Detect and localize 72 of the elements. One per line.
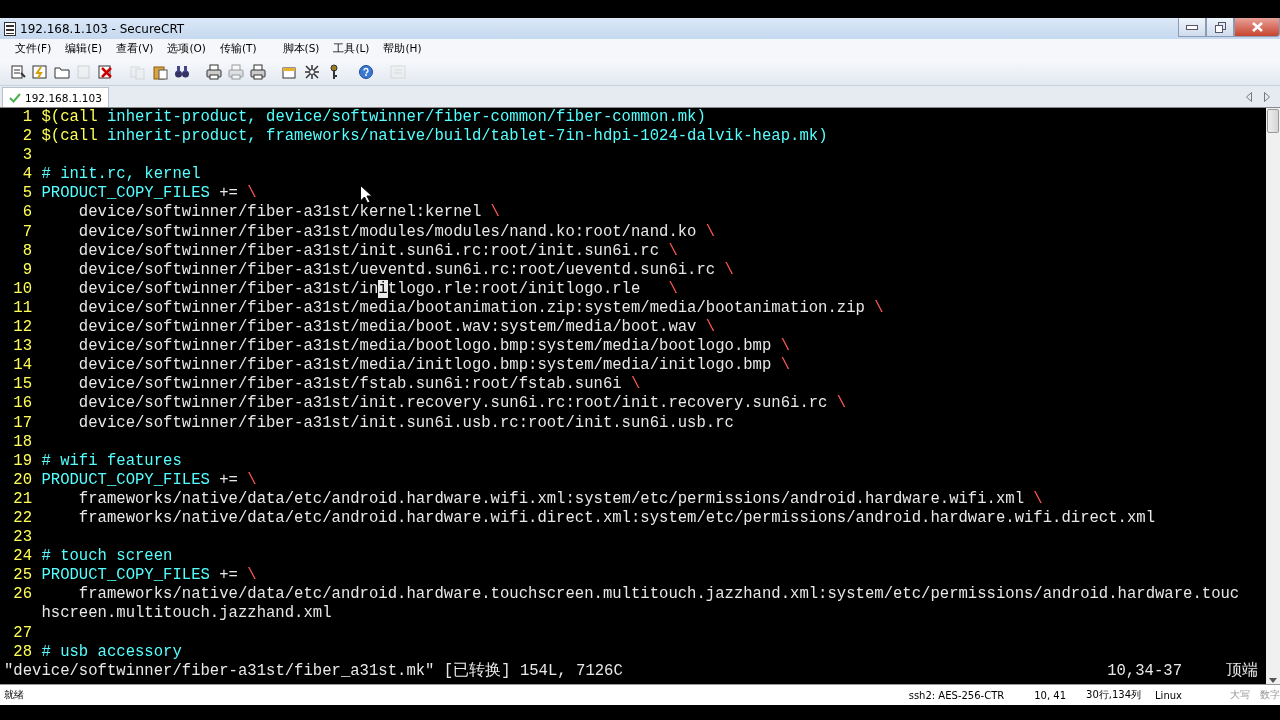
line-number: 16 [12,394,34,414]
code-line: device/softwinner/fiber-a31st/ueventd.sun6i.rc:root/ueventd.sun6i.rc \ [77,260,734,280]
code-line: device/softwinner/fiber-a31st/fstab.sun6i:root/fstab.sun6i \ [77,375,641,395]
line-number: 19 [12,451,34,471]
line-number: 28 [12,642,34,662]
line-number: 22 [12,508,34,529]
line-number: 11 [12,298,34,319]
code-line: device/softwinner/fiber-a31st/kernel:kernel \ [77,203,500,223]
line-number: 2 [21,127,34,147]
menu-item[interactable]: 查看(V) [109,42,161,56]
code-line: device/softwinner/fiber-a31st/init.recovery.sun6i.rc:root/init.recovery.sun6i.rc \ [77,394,847,414]
line-number: 9 [21,260,34,280]
line-number: 25 [12,566,34,586]
code-line: device/softwinner/fiber-a31st/init.sun6i.usb.rc:root/init.sun6i.usb.rc [77,413,734,433]
line-number: 21 [12,489,34,509]
line-number: 18 [12,432,34,452]
menu-item[interactable]: 工具(L) [326,42,377,56]
line-number: 7 [21,222,34,242]
line-number: 12 [12,318,34,338]
status-message: "device/softwinner/fiber-a31st/fiber_a31st.mk" [已转换] 154L, 7126C [4,661,623,680]
status-field: 就绪 [4,688,909,702]
status-field: 10, 41 [1034,689,1067,701]
line-number: 14 [12,356,34,376]
code-line: # init.rc, kernel [41,165,201,185]
line-number: 24 [12,547,34,567]
cursor-position: 10,34-37 [1107,661,1182,681]
line-number: 5 [21,184,34,204]
status-field: ssh2: AES-256-CTR [908,689,1005,701]
code-line: # wifi features [41,451,182,471]
code-line: # usb accessory [41,642,182,662]
code-line: PRODUCT_COPY_FILES += \ [41,184,257,204]
code-line: $(call inherit-product, device/softwinner/fiber-common/fiber-common.mk) [41,108,706,128]
code-line: $(call inherit-product, frameworks/native/build/tablet-7in-hdpi-1024-dalvik-heap.mk) [41,127,828,147]
status-field: Linux [1155,689,1182,701]
line-number: 15 [12,375,34,395]
menu-item[interactable]: 编辑(E) [58,42,110,56]
line-number: 23 [12,528,34,548]
code-line: PRODUCT_COPY_FILES += \ [41,566,257,586]
line-number: 27 [12,623,34,643]
code-line: device/softwinner/fiber-a31st/initlogo.rle:root/initlogo.rle \ [77,279,678,299]
menu-item[interactable]: 帮助(H) [376,42,429,56]
code-line: frameworks/native/data/etc/android.hardware.touchscreen.multitouch.jazzhand.xml:system/etc/permissions/android.hardware.touchscreen.multitouch.jazzhand.xml [41,585,1241,624]
line-number: 6 [21,203,34,223]
code-line: frameworks/native/data/etc/android.hardware.wifi.direct.xml:system/etc/permissions/android.hardware.wifi.direct.xml [77,508,1155,529]
code-line: # touch screen [41,547,173,567]
session-tab[interactable]: 192.168.1.103 [2,87,109,107]
code-line: device/softwinner/fiber-a31st/media/initlogo.bmp:system/media/initlogo.bmp \ [77,356,791,376]
line-number: 4 [21,165,34,185]
menu-item[interactable]: 传输(T) [212,42,264,56]
scroll-position: 顶端 [1226,661,1258,681]
code-line: device/softwinner/fiber-a31st/media/bootanimation.zip:system/media/bootanimation.zip \ [77,298,884,319]
code-line: device/softwinner/fiber-a31st/media/bootlogo.bmp:system/media/bootlogo.bmp \ [77,337,791,357]
code-line: device/softwinner/fiber-a31st/modules/modules/nand.ko:root/nand.ko \ [77,222,716,242]
status-field: 大写 [1230,688,1250,702]
code-line: PRODUCT_COPY_FILES += \ [41,470,257,490]
window-title: 192.168.1.103 - SecureCRT [20,21,186,36]
line-number: 3 [21,146,34,166]
status-field: 数字 [1260,688,1280,702]
line-number: 17 [12,413,34,433]
code-line: frameworks/native/data/etc/android.hardware.wifi.xml:system/etc/permissions/android.hardware.wifi.xml \ [77,489,1043,509]
menu-item[interactable]: 选项(O) [160,42,213,56]
line-number: 20 [12,470,34,490]
menu-item[interactable]: 脚本(S) [275,42,327,56]
line-number: 10 [12,279,34,299]
code-line: device/softwinner/fiber-a31st/media/boot.wav:system/media/boot.wav \ [77,318,716,338]
line-number: 8 [21,241,34,261]
line-number: 13 [12,337,34,357]
status-field: 30行,134列 [1086,688,1142,702]
line-number: 26 [12,585,34,605]
code-line: device/softwinner/fiber-a31st/init.sun6i.rc:root/init.sun6i.rc \ [77,241,678,261]
menu-item[interactable]: 文件(F) [8,42,59,56]
line-number: 1 [21,108,34,128]
